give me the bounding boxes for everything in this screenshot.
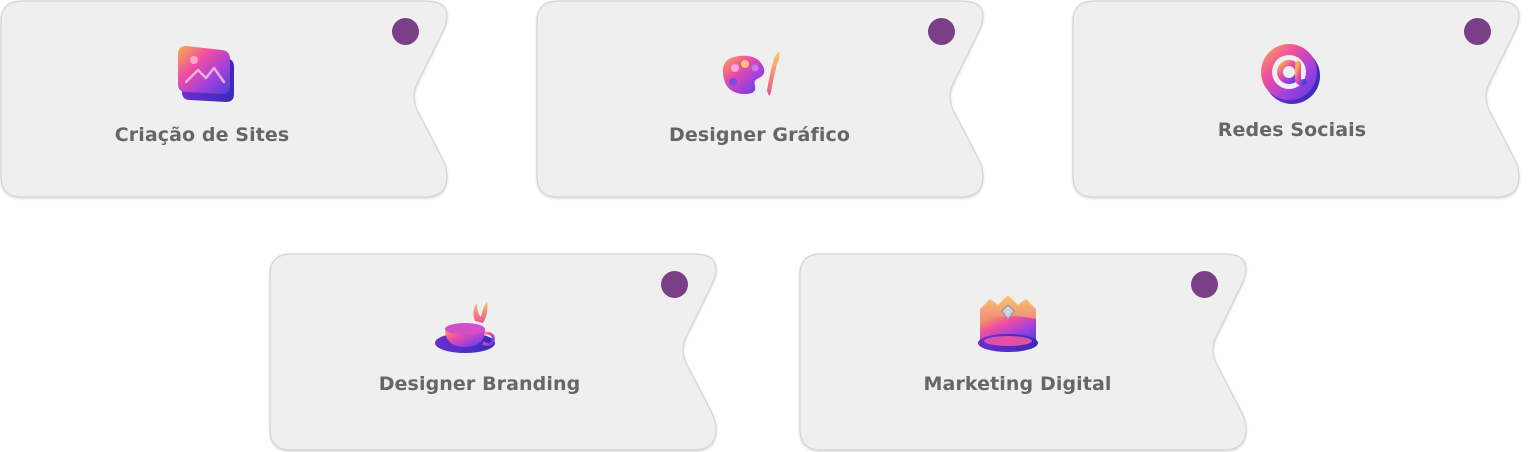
indicator-dot	[1191, 271, 1218, 298]
service-label: Redes Sociais	[1217, 119, 1367, 141]
indicator-dot	[661, 271, 688, 298]
service-label: Designer Branding	[378, 373, 581, 395]
coffee-cup-icon	[435, 301, 495, 353]
service-card-designer-branding[interactable]: Designer Branding	[269, 253, 719, 452]
services-grid: Criação de Sites Designer Gráfico Redes …	[0, 0, 1535, 452]
image-frame-icon	[178, 46, 234, 102]
crown-icon	[978, 295, 1038, 352]
service-card-redes-sociais[interactable]: Redes Sociais	[1072, 0, 1522, 199]
service-label: Designer Gráfico	[669, 124, 850, 146]
service-card-criacao-de-sites[interactable]: Criação de Sites	[0, 0, 450, 199]
service-label: Criação de Sites	[114, 124, 290, 146]
indicator-dot	[392, 18, 419, 45]
indicator-dot	[928, 18, 955, 45]
service-card-designer-grafico[interactable]: Designer Gráfico	[536, 0, 986, 199]
service-label: Marketing Digital	[923, 373, 1112, 395]
service-card-marketing-digital[interactable]: Marketing Digital	[799, 253, 1249, 452]
indicator-dot	[1464, 18, 1491, 45]
paint-palette-icon	[722, 52, 780, 96]
at-sign-icon	[1261, 44, 1320, 104]
